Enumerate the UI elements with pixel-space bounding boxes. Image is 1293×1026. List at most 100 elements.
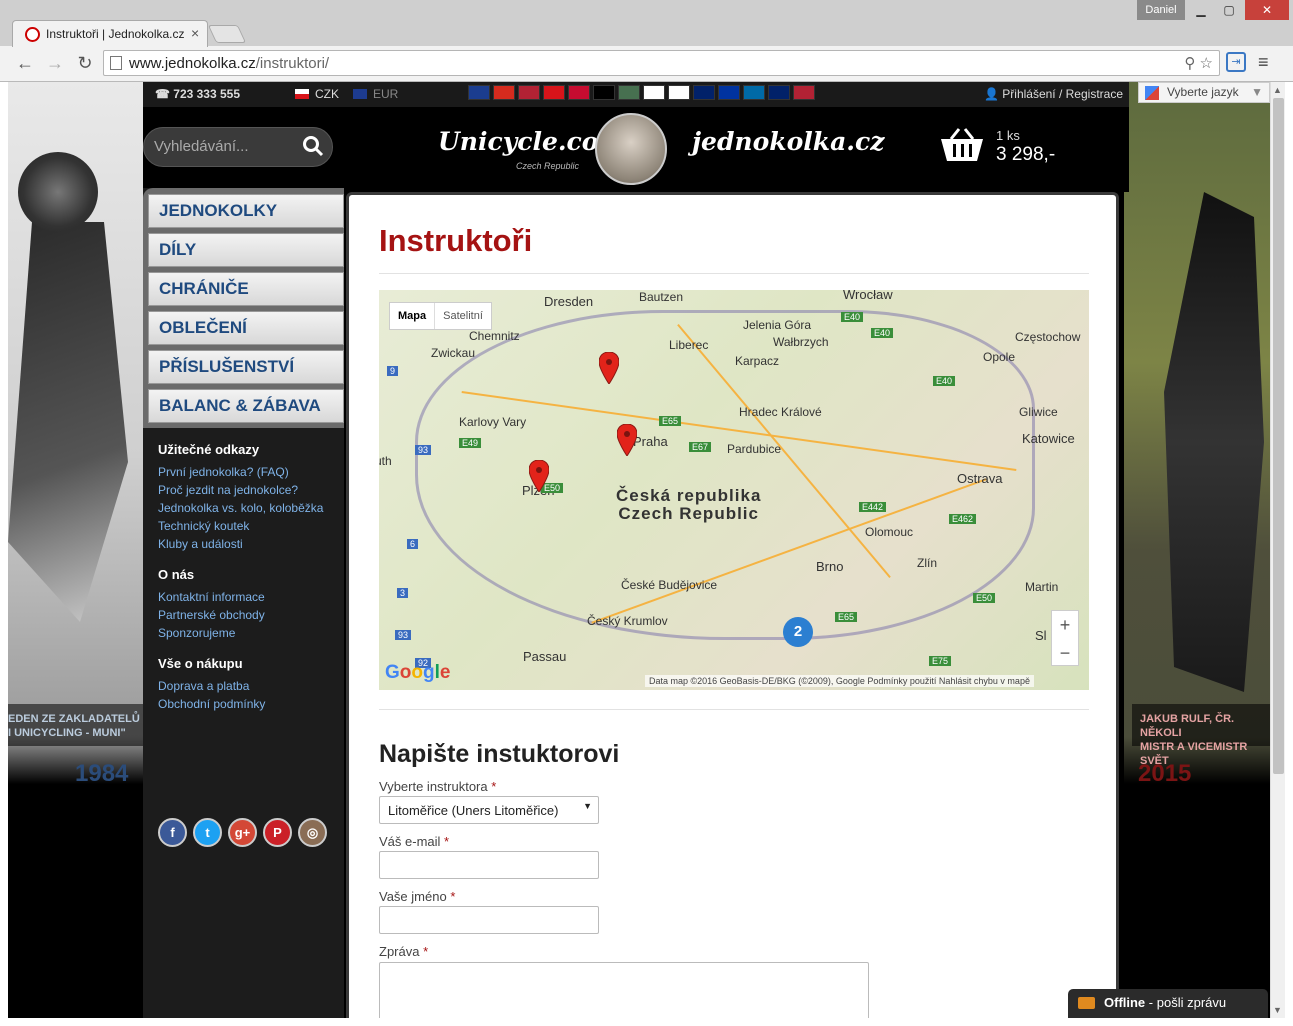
currency-czk[interactable]: CZK — [295, 87, 339, 101]
instructor-select[interactable]: Litoměřice (Uners Litoměřice) ▼ — [379, 796, 599, 824]
browser-tab[interactable]: Instruktoři | Jednokolka.cz × — [12, 20, 208, 47]
instagram-icon[interactable]: ◎ — [298, 818, 327, 847]
new-tab-button[interactable] — [207, 25, 247, 43]
browser-menu-icon[interactable]: ≡ — [1258, 52, 1269, 73]
link-terms[interactable]: Obchodní podmínky — [158, 695, 344, 713]
map-pin-icon[interactable] — [599, 352, 619, 384]
link-why[interactable]: Proč jezdit na jednokolce? — [158, 481, 344, 499]
translate-dropdown[interactable]: Vyberte jazyk ▼ — [1138, 82, 1270, 103]
address-bar[interactable]: www.jednokolka.cz/instruktori/ ⚲ ☆ — [103, 50, 1220, 76]
language-flag-icon[interactable] — [693, 85, 715, 100]
facebook-icon[interactable]: f — [158, 818, 187, 847]
map-type-satellite[interactable]: Satelitní — [434, 303, 491, 329]
link-clubs[interactable]: Kluby a události — [158, 535, 344, 553]
zoom-in-icon[interactable]: + — [1052, 611, 1078, 639]
language-flag-icon[interactable] — [718, 85, 740, 100]
category-dily[interactable]: DÍLY — [148, 233, 344, 267]
link-shipping[interactable]: Doprava a platba — [158, 677, 344, 695]
pinterest-icon[interactable]: P — [263, 818, 292, 847]
login-register-link[interactable]: 👤 Přihlášení / Registrace — [984, 87, 1123, 101]
map-pin-icon[interactable] — [617, 424, 637, 456]
bookmark-star-icon[interactable]: ⚲ ☆ — [1184, 54, 1213, 72]
scrollbar-thumb[interactable] — [1273, 98, 1284, 774]
map-city-label: Częstochow — [1015, 330, 1081, 344]
map-city-label: Pardubice — [727, 442, 782, 456]
language-flag-icon[interactable] — [593, 85, 615, 100]
language-flag-icon[interactable] — [468, 85, 490, 100]
page-scrollbar[interactable]: ▲ ▼ — [1270, 82, 1285, 1018]
category-jednokolky[interactable]: JEDNOKOLKY — [148, 194, 344, 228]
search-input[interactable]: Vyhledávání... — [154, 138, 249, 155]
forward-icon[interactable]: → — [44, 52, 66, 74]
reload-icon[interactable]: ↻ — [74, 52, 96, 74]
link-partners[interactable]: Partnerské obchody — [158, 606, 344, 624]
currency-eur[interactable]: EUR — [353, 87, 398, 101]
language-flag-icon[interactable] — [768, 85, 790, 100]
road-label: 3 — [397, 588, 409, 598]
map-city-label: Zwickau — [431, 346, 476, 360]
link-tech[interactable]: Technický koutek — [158, 517, 344, 535]
category-obleceni[interactable]: OBLEČENÍ — [148, 311, 344, 345]
map-city-label: Gliwice — [1019, 405, 1058, 419]
minimize-icon[interactable]: ▁ — [1187, 0, 1215, 20]
name-label: Vaše jméno * — [379, 889, 456, 904]
site-favicon-icon — [25, 27, 40, 42]
language-flag-icon[interactable] — [743, 85, 765, 100]
map-attribution[interactable]: Data map ©2016 GeoBasis-DE/BKG (©2009), … — [645, 675, 1034, 687]
language-flag-icon[interactable] — [793, 85, 815, 100]
form-title: Napište instuktorovi — [379, 740, 620, 768]
extension-icon[interactable]: ⇥ — [1226, 52, 1246, 72]
link-contact[interactable]: Kontaktní informace — [158, 588, 344, 606]
language-flag-icon[interactable] — [643, 85, 665, 100]
back-icon[interactable]: ← — [14, 52, 36, 74]
category-balanc-zabava[interactable]: BALANC & ZÁBAVA — [148, 389, 344, 423]
logo-jednokolka[interactable]: jednokolka.cz — [692, 127, 884, 156]
language-flag-icon[interactable] — [493, 85, 515, 100]
name-field[interactable] — [379, 906, 599, 934]
chat-widget[interactable]: Offline - pošli zprávu — [1068, 989, 1268, 1018]
search-box[interactable]: Vyhledávání... — [143, 127, 333, 167]
language-flag-icon[interactable] — [618, 85, 640, 100]
logo-subtitle: Czech Republic — [516, 161, 580, 171]
category-prislusenstvi[interactable]: PŘÍSLUŠENSTVÍ — [148, 350, 344, 384]
cart-quantity[interactable]: 1 ks — [996, 128, 1020, 143]
link-sponsor[interactable]: Sponzorujeme — [158, 624, 344, 642]
language-flag-icon[interactable] — [543, 85, 565, 100]
link-vs[interactable]: Jednokolka vs. kolo, koloběžka — [158, 499, 344, 517]
maximize-icon[interactable]: ▢ — [1215, 0, 1243, 20]
instructors-map[interactable]: Mapa Satelitní Dresden Bautzen Wrocław C… — [379, 290, 1089, 690]
email-field[interactable] — [379, 851, 599, 879]
map-city-label: Dresden — [544, 294, 594, 309]
message-field[interactable] — [379, 962, 869, 1018]
close-tab-icon[interactable]: × — [191, 25, 199, 41]
window-close-icon[interactable]: ✕ — [1245, 0, 1289, 20]
map-city-label: Passau — [523, 649, 567, 664]
about-heading: O nás — [158, 567, 195, 582]
map-zoom-control: + − — [1051, 610, 1079, 666]
language-flag-icon[interactable] — [568, 85, 590, 100]
url-text: www.jednokolka.cz/instruktori/ — [129, 55, 330, 72]
cart-icon[interactable] — [939, 127, 985, 167]
map-type-map[interactable]: Mapa — [390, 303, 434, 329]
scroll-down-icon[interactable]: ▼ — [1273, 1005, 1282, 1015]
map-pin-icon[interactable] — [529, 460, 549, 492]
link-faq[interactable]: První jednokolka? (FAQ) — [158, 463, 344, 481]
language-flag-icon[interactable] — [668, 85, 690, 100]
phone-number[interactable]: ☎ 723 333 555 — [155, 87, 240, 101]
scroll-up-icon[interactable]: ▲ — [1273, 85, 1282, 95]
map-city-label: Český Krumlov — [587, 614, 668, 628]
right-banner-caption: JAKUB RULF, ČR. NĚKOLI MISTR A VICEMISTR … — [1132, 704, 1270, 767]
map-cluster-marker[interactable]: 2 — [783, 617, 813, 647]
cart-total[interactable]: 3 298,- — [996, 144, 1055, 166]
language-flag-icon[interactable] — [518, 85, 540, 100]
category-chranice[interactable]: CHRÁNIČE — [148, 272, 344, 306]
profile-badge[interactable]: Daniel — [1137, 0, 1185, 20]
social-links: f t g+ P ◎ — [158, 818, 327, 847]
twitter-icon[interactable]: t — [193, 818, 222, 847]
google-plus-icon[interactable]: g+ — [228, 818, 257, 847]
banner-rider-right — [1164, 192, 1264, 692]
logo-emblem-icon[interactable] — [595, 113, 667, 185]
banner-figure-left — [8, 222, 128, 622]
search-icon[interactable] — [302, 135, 324, 157]
zoom-out-icon[interactable]: − — [1052, 639, 1078, 667]
